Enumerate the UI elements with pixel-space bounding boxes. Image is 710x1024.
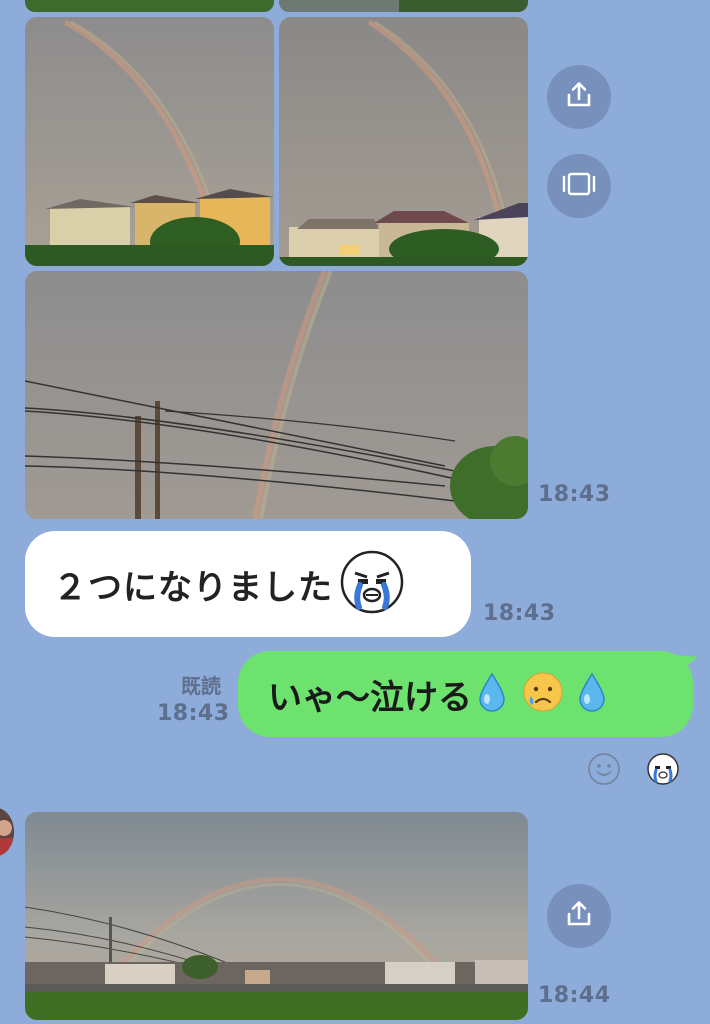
sad-face-emoji (522, 671, 564, 717)
droplet-icon (576, 672, 608, 716)
reaction-button[interactable] (587, 752, 621, 786)
smiley-icon (587, 753, 621, 790)
crying-face-icon (339, 549, 405, 619)
photo-group-timestamp: 18:43 (538, 482, 611, 507)
outgoing-message-timestamp: 18:43 (157, 701, 230, 726)
outgoing-message-bubble[interactable]: いゃ〜泣ける (238, 651, 693, 737)
crying-face-icon (646, 753, 680, 790)
read-receipt-label: 既読 (181, 674, 221, 698)
share-icon (564, 899, 594, 933)
avatar[interactable] (0, 808, 14, 856)
outgoing-bubble-tail (676, 655, 698, 675)
reaction-sticker[interactable] (646, 752, 680, 786)
photo-rainbow-houses-2[interactable] (279, 17, 528, 266)
share-button[interactable] (547, 884, 611, 948)
photo-rainbow-houses-1[interactable] (25, 17, 274, 266)
photo-rainbow-powerlines[interactable] (25, 271, 528, 519)
slideshow-icon (562, 172, 596, 200)
share-button[interactable] (547, 65, 611, 129)
droplet-icon (476, 672, 508, 716)
panorama-timestamp: 18:44 (538, 983, 611, 1008)
incoming-message-bubble[interactable]: ２つになりました (25, 531, 471, 637)
outgoing-message-text: いゃ〜泣ける (268, 677, 472, 718)
incoming-message-text: ２つになりました (53, 567, 333, 608)
photo-top-left-partial[interactable] (25, 0, 274, 12)
incoming-message-timestamp: 18:43 (483, 601, 556, 626)
slideshow-button[interactable] (547, 154, 611, 218)
photo-rainbow-panorama[interactable] (25, 812, 528, 1020)
photo-top-right-partial[interactable] (279, 0, 528, 12)
share-icon (564, 80, 594, 114)
